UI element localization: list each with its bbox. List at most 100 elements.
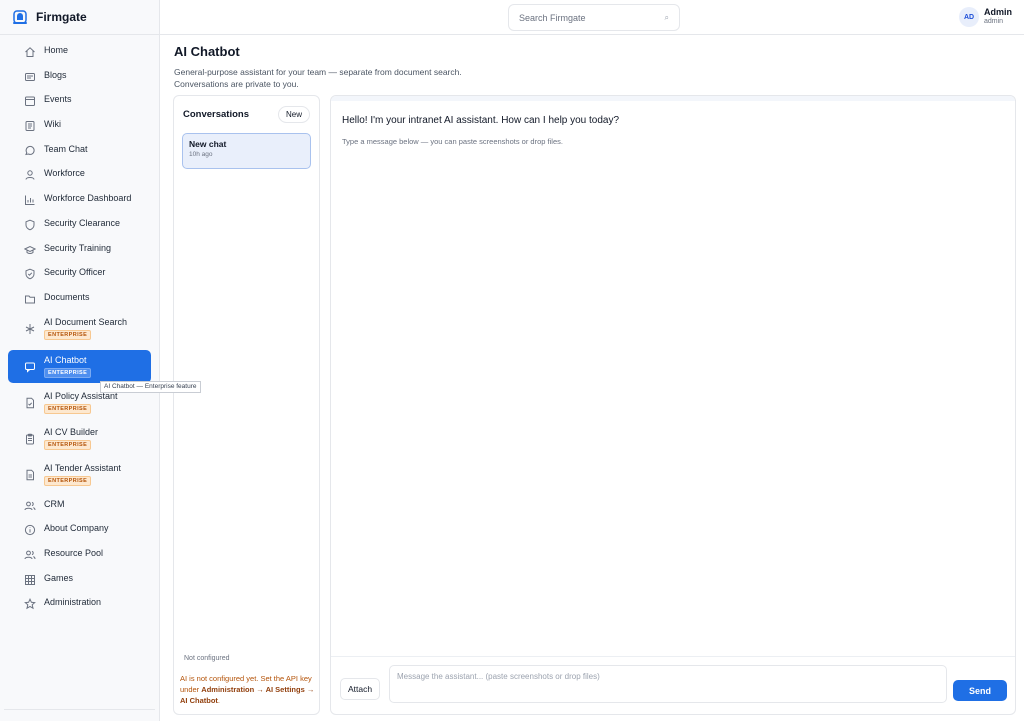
enterprise-badge: ENTERPRISE	[44, 330, 92, 341]
firmgate-logo-icon	[13, 10, 27, 24]
sidebar-item-label: Security Officer	[44, 267, 106, 278]
chat-panel: Hello! I'm your intranet AI assistant. H…	[330, 95, 1016, 715]
conversation-name: New chat	[189, 139, 227, 149]
sidebar-item-label: AI CV Builder	[44, 426, 99, 437]
page-subtitle-line: General-purpose assistant for your team …	[174, 67, 462, 77]
home-icon	[25, 47, 35, 57]
conversations-title: Conversations	[183, 109, 249, 120]
sidebar-item-events[interactable]: Events	[8, 89, 151, 114]
sidebar-item-label: Blogs	[44, 69, 67, 80]
sidebar-tooltip: AI Chatbot — Enterprise feature	[100, 381, 201, 393]
sidebar-item-label: AI Tender Assistant	[44, 462, 121, 473]
search-icon[interactable]: ⌕	[665, 13, 669, 23]
sidebar-item-label: AI Document Search	[44, 316, 128, 327]
assistant-greeting: Hello! I'm your intranet AI assistant. H…	[342, 115, 620, 126]
shield-check-icon	[25, 268, 35, 280]
sidebar-item-label: Documents	[44, 291, 90, 302]
sidebar-item-label: Games	[44, 572, 74, 583]
sidebar-item-ai-cv-builder[interactable]: AI CV Builder ENTERPRISE	[8, 422, 151, 458]
chat-bubble-icon	[25, 362, 35, 373]
blog-icon	[25, 72, 35, 81]
calendar-icon	[25, 96, 35, 107]
users-icon	[24, 550, 36, 560]
sidebar-item-administration[interactable]: Administration	[8, 592, 151, 617]
page-title: AI Chatbot	[174, 44, 240, 59]
user-role: admin	[984, 18, 1004, 26]
send-button[interactable]: Send	[953, 680, 1007, 701]
sidebar-item-label: Security Clearance	[44, 217, 121, 228]
sidebar-item-label: Security Training	[44, 242, 112, 253]
sidebar-item-label: Events	[44, 94, 72, 105]
shield-icon	[25, 219, 35, 231]
sidebar-item-security-training[interactable]: Security Training	[8, 238, 151, 263]
conversations-header: Conversations New	[174, 96, 319, 123]
sparkle-icon	[25, 323, 35, 334]
document-check-icon	[26, 397, 34, 408]
conversation-time: 10h ago	[189, 151, 213, 158]
sidebar-item-workforce-dashboard[interactable]: Workforce Dashboard	[8, 188, 151, 213]
sidebar-item-label: Wiki	[44, 119, 61, 130]
message-composer: Attach Send	[331, 656, 1015, 714]
sidebar-item-label: AI Chatbot	[44, 354, 87, 365]
conversation-item[interactable]: New chat 10h ago	[182, 133, 311, 169]
star-icon	[24, 598, 36, 610]
brand[interactable]: Firmgate	[0, 0, 159, 35]
new-chat-button[interactable]: New	[277, 106, 310, 123]
sidebar-item-label: Administration	[44, 597, 102, 608]
folder-icon	[25, 295, 35, 304]
chat-panel-top	[331, 96, 1015, 101]
warning-text: .	[217, 695, 221, 705]
page-subtitle-line: Conversations are private to you.	[174, 79, 299, 90]
user-menu[interactable]: AD Admin admin	[959, 7, 1012, 27]
sidebar-item-ai-document-search[interactable]: AI Document Search ENTERPRISE	[8, 312, 151, 348]
graduation-cap-icon	[24, 245, 36, 254]
info-icon	[24, 525, 36, 536]
sidebar-item-about-company[interactable]: About Company	[8, 518, 151, 543]
sidebar-item-wiki[interactable]: Wiki	[8, 114, 151, 139]
sidebar-item-resource-pool[interactable]: Resource Pool	[8, 543, 151, 568]
sidebar-item-label: Workforce	[44, 168, 85, 179]
avatar[interactable]: AD	[959, 7, 979, 27]
user-icon	[25, 170, 35, 181]
chat-hint: Type a message below — you can paste scr…	[342, 137, 563, 146]
sidebar-item-crm[interactable]: CRM	[8, 494, 151, 519]
attach-button[interactable]: Attach	[340, 678, 381, 700]
message-input[interactable]	[389, 665, 947, 703]
users-icon	[24, 501, 36, 510]
book-icon	[25, 121, 35, 132]
sidebar-item-games[interactable]: Games	[8, 568, 151, 593]
sidebar-item-documents[interactable]: Documents	[8, 287, 151, 312]
sidebar-item-ai-tender-assistant[interactable]: AI Tender Assistant ENTERPRISE	[8, 458, 151, 494]
warning-settings-path: Administration → AI Settings → AI Chatbo…	[180, 684, 315, 705]
sidebar-item-label: Home	[44, 45, 69, 55]
sidebar-item-label: About Company	[44, 523, 109, 534]
sidebar-item-security-officer[interactable]: Security Officer	[8, 262, 151, 287]
search-box[interactable]: ⌕	[508, 4, 680, 31]
ai-status: Not configured	[184, 655, 230, 662]
sidebar-item-label: CRM	[44, 498, 65, 509]
sidebar-footer	[4, 709, 155, 721]
document-icon	[26, 469, 34, 480]
sidebar-item-workforce[interactable]: Workforce	[8, 163, 151, 188]
ai-config-warning: AI is not configured yet. Set the API ke…	[180, 674, 318, 707]
sidebar-item-home[interactable]: Home	[8, 40, 151, 65]
sidebar-item-label: Workforce Dashboard	[44, 193, 132, 204]
search-input[interactable]	[519, 12, 665, 23]
sidebar-item-security-clearance[interactable]: Security Clearance	[8, 213, 151, 238]
clipboard-icon	[26, 433, 34, 445]
conversations-panel: Conversations New New chat 10h ago Not c…	[173, 95, 320, 715]
sidebar-item-blogs[interactable]: Blogs	[8, 65, 151, 90]
enterprise-badge: ENTERPRISE	[44, 368, 92, 379]
bar-chart-icon	[25, 195, 35, 206]
sidebar-nav: Home Blogs Events Wiki Team Chat Workfor…	[0, 35, 159, 617]
sidebar-item-team-chat[interactable]: Team Chat	[8, 139, 151, 164]
grid-icon	[25, 574, 35, 585]
sidebar-item-label: Resource Pool	[44, 547, 104, 558]
chat-bubble-icon	[25, 145, 35, 155]
sidebar: Firmgate Home Blogs Events Wiki Team Cha…	[0, 0, 160, 721]
enterprise-badge: ENTERPRISE	[44, 404, 92, 415]
enterprise-badge: ENTERPRISE	[44, 476, 92, 487]
user-name: Admin	[984, 7, 1012, 18]
page-subtitle: General-purpose assistant for your team …	[174, 66, 462, 91]
sidebar-item-ai-chatbot[interactable]: AI Chatbot ENTERPRISE	[8, 349, 151, 383]
